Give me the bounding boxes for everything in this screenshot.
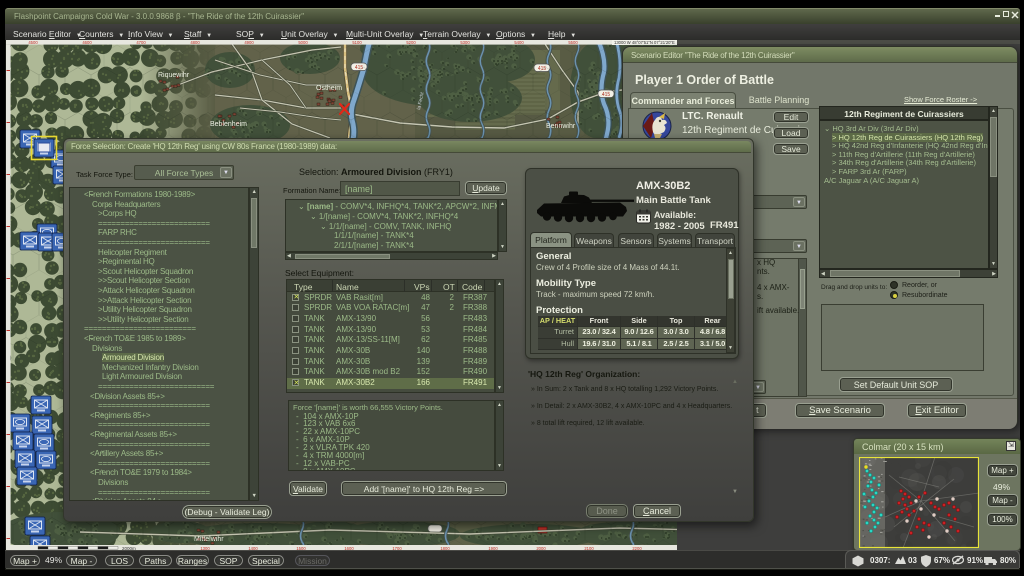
svg-text:13000 W 48°07'51"N 07°21'20"E: 13000 W 48°07'51"N 07°21'20"E [614,40,675,45]
svg-text:5300: 5300 [460,40,470,45]
svg-text:4700: 4700 [136,40,146,45]
svg-text:5000: 5000 [298,40,308,45]
svg-text:5200: 5200 [406,40,416,45]
svg-text:4600: 4600 [82,40,92,45]
svg-text:5100: 5100 [352,40,362,45]
svg-text:4500: 4500 [28,40,38,45]
svg-text:5500: 5500 [568,40,578,45]
svg-text:4900: 4900 [244,40,254,45]
svg-text:4800: 4800 [190,40,200,45]
svg-text:5400: 5400 [514,40,524,45]
